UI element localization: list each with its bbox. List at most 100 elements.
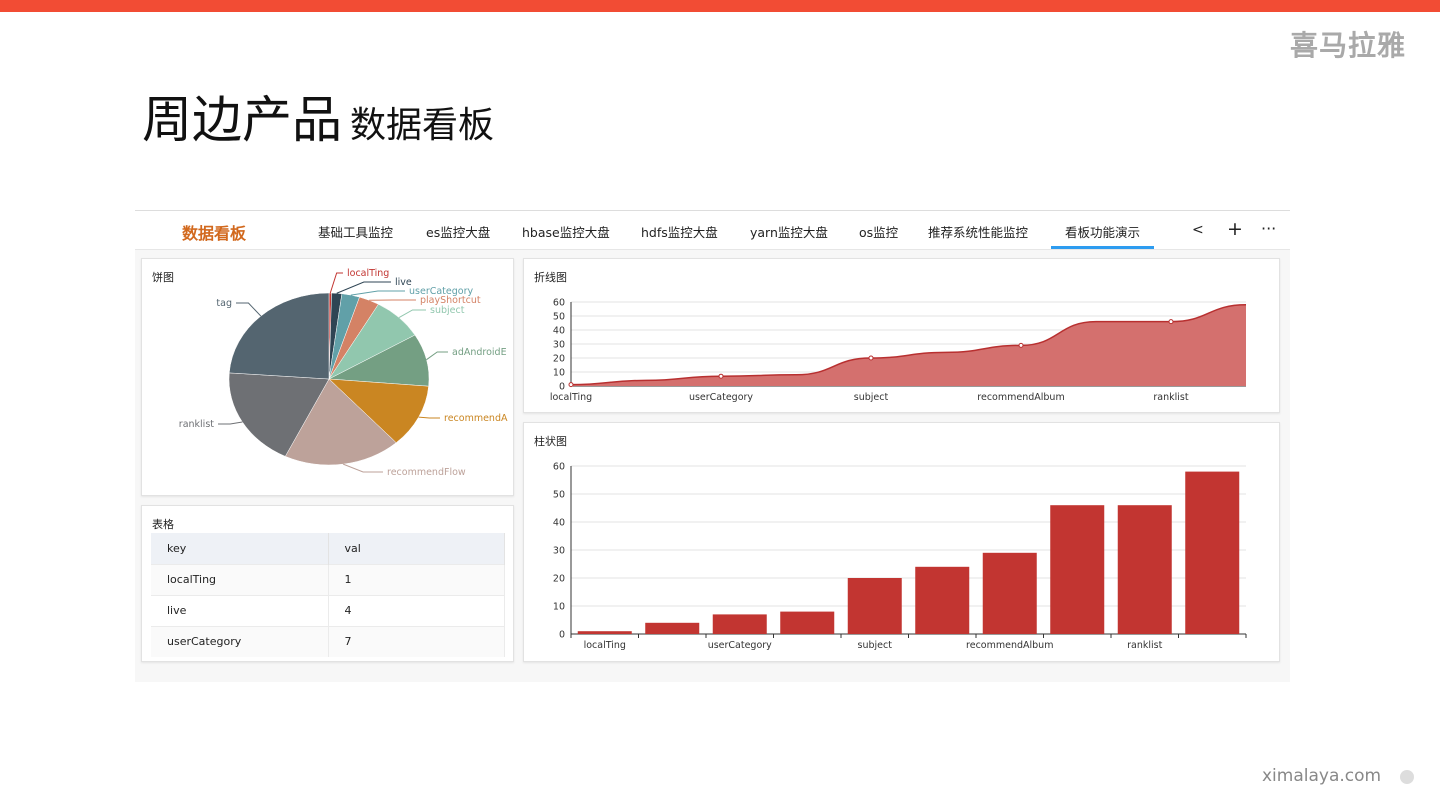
cell-val: 1: [328, 563, 505, 595]
column-header-val[interactable]: val: [328, 533, 505, 564]
pie-label-line: [342, 463, 383, 473]
pie-label: recommendA: [444, 413, 508, 424]
table-header-row: key val: [151, 533, 505, 564]
slide-title: 周边产品 数据看板: [142, 80, 494, 152]
x-tick-label: userCategory: [689, 392, 753, 403]
bar: [847, 578, 902, 634]
cell-key: localTing: [151, 563, 329, 595]
y-tick-label: 20: [553, 574, 565, 585]
tab-es[interactable]: es监控大盘: [426, 222, 490, 241]
cell-key: userCategory: [151, 625, 329, 657]
tab-basic-tools[interactable]: 基础工具监控: [318, 222, 393, 241]
pie-slice: [228, 292, 330, 380]
tab-hbase[interactable]: hbase监控大盘: [522, 222, 610, 241]
table-title: 表格: [152, 518, 174, 531]
column-header-key[interactable]: key: [151, 533, 329, 564]
ximalaya-logo: 喜马拉雅: [1290, 29, 1407, 62]
tab-os[interactable]: os监控: [859, 222, 898, 241]
bar: [712, 614, 767, 634]
pie-label-line: [336, 281, 391, 294]
pie-label: ranklist: [179, 419, 214, 430]
pie-chart: localTingliveuserCategoryplayShortcutsub…: [179, 268, 508, 478]
bar: [780, 611, 835, 634]
x-tick-label: recommendAlbum: [966, 640, 1053, 651]
y-tick-label: 10: [553, 602, 565, 613]
slide-title-main: 周边产品: [142, 91, 342, 149]
x-tick-label: localTing: [550, 392, 592, 403]
cell-val: 7: [328, 625, 505, 657]
x-tick-label: ranklist: [1127, 640, 1162, 651]
bar-chart: 0 10 20 30 40 50 60 localTing userCategory subjec…: [553, 462, 1247, 651]
tab-recommend-perf[interactable]: 推荐系统性能监控: [928, 222, 1028, 241]
line-chart: 0 10 20 30 40 50 60 localTing userCategory subjec…: [550, 298, 1247, 403]
y-tick-label: 30: [553, 546, 565, 557]
dashboard-nav: 数据看板 基础工具监控 es监控大盘 hbase监控大盘 hdfs监控大盘 ya…: [135, 210, 1290, 250]
more-icon[interactable]: ···: [1261, 219, 1276, 238]
pie-label-line: [418, 416, 440, 419]
pie-label-line: [329, 272, 343, 294]
bar: [577, 631, 632, 634]
pie-label-line: [350, 290, 405, 296]
pie-label-line: [236, 302, 262, 317]
line-point: [718, 373, 724, 379]
cell-key: live: [151, 594, 329, 626]
y-tick-label: 60: [553, 298, 565, 309]
pie-label: localTing: [347, 268, 389, 279]
table-panel: 表格 key val localTing 1 live 4 userCategory 7: [141, 505, 514, 662]
line-point: [1018, 342, 1024, 348]
line-point: [1168, 319, 1174, 325]
y-tick-label: 10: [553, 368, 565, 379]
y-tick-label: 0: [559, 382, 565, 393]
line-point: [568, 382, 574, 388]
x-tick-label: userCategory: [708, 640, 772, 651]
pie-label-line: [398, 309, 426, 319]
dashboard-brand[interactable]: 数据看板: [182, 220, 246, 244]
x-tick-label: localTing: [584, 640, 626, 651]
x-tick-label: recommendAlbum: [977, 392, 1064, 403]
top-accent-bar: [0, 0, 1440, 12]
y-tick-label: 30: [553, 340, 565, 351]
y-tick-label: 40: [553, 518, 565, 529]
data-table: key val localTing 1 live 4 userCategory 7: [151, 533, 505, 657]
x-tick-label: subject: [854, 392, 889, 403]
pie-label: recommendFlow: [387, 467, 466, 478]
pie-title: 饼图: [152, 271, 174, 284]
cell-val: 4: [328, 594, 505, 626]
footer-url: ximalaya.com: [1262, 766, 1382, 786]
x-tick-label: ranklist: [1153, 392, 1188, 403]
tab-hdfs[interactable]: hdfs监控大盘: [641, 222, 718, 241]
table-row: localTing 1: [151, 563, 505, 595]
dashboard-screenshot: 数据看板 基础工具监控 es监控大盘 hbase监控大盘 hdfs监控大盘 ya…: [135, 210, 1290, 682]
y-tick-label: 50: [553, 312, 565, 323]
bar: [982, 552, 1037, 634]
table-row: userCategory 7: [151, 625, 505, 657]
line-point: [868, 355, 874, 361]
x-tick-label: subject: [858, 640, 893, 651]
bar: [1185, 471, 1240, 634]
y-tick-label: 60: [553, 462, 565, 473]
table-row: live 4: [151, 594, 505, 626]
y-tick-label: 50: [553, 490, 565, 501]
bar-panel: 柱状图 0 10 20 30 40 50 60 localTing userCategory su…: [523, 422, 1280, 662]
y-tick-label: 0: [559, 630, 565, 641]
pie-panel: 饼图 localTing live userCategory playShortcut…: [141, 258, 514, 496]
bar: [915, 566, 970, 634]
line-title: 折线图: [534, 271, 567, 284]
plus-icon[interactable]: +: [1227, 218, 1243, 240]
bar: [1050, 505, 1105, 634]
pie-label-line: [218, 421, 243, 425]
y-tick-label: 20: [553, 354, 565, 365]
pie-label: adAndroidE: [452, 347, 507, 358]
page-dot: [1400, 770, 1414, 784]
share-icon[interactable]: <: [1192, 222, 1204, 238]
slide-subtitle: 数据看板: [350, 105, 495, 146]
tab-demo[interactable]: 看板功能演示: [1050, 222, 1155, 249]
pie-label: tag: [216, 298, 232, 309]
bar: [645, 622, 700, 634]
pie-label-line: [426, 351, 448, 361]
pie-label: subject: [430, 305, 465, 316]
line-panel: 折线图 0 10 20 30 40 50 60 localTing userCategory su…: [523, 258, 1280, 413]
tab-yarn[interactable]: yarn监控大盘: [750, 222, 828, 241]
bar: [1117, 505, 1172, 634]
bar-title: 柱状图: [534, 435, 567, 448]
